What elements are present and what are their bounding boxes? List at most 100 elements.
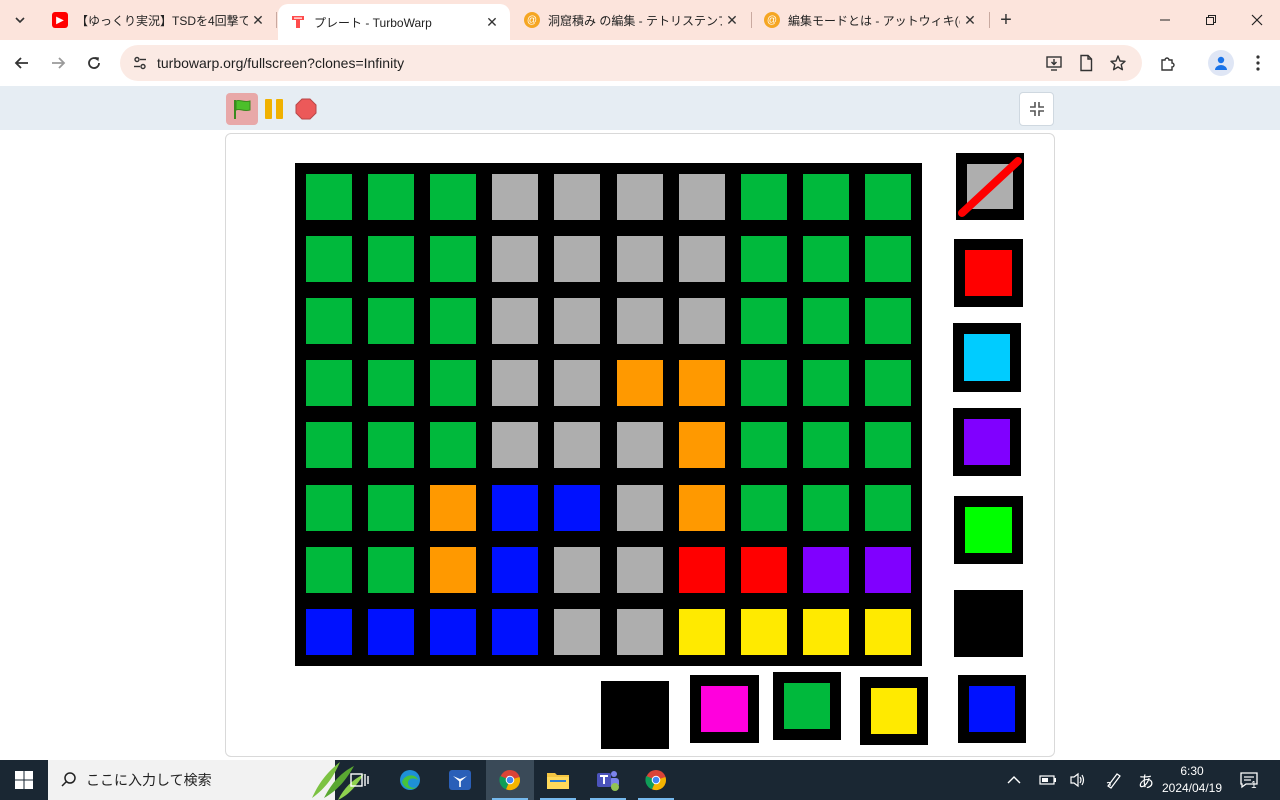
board-cell[interactable] <box>865 609 911 655</box>
board-cell[interactable] <box>741 174 787 220</box>
taskbar-app-blue[interactable] <box>436 760 484 800</box>
task-view-button[interactable] <box>336 760 384 800</box>
board-cell[interactable] <box>617 360 663 406</box>
board-cell[interactable] <box>430 422 476 468</box>
board-cell[interactable] <box>617 609 663 655</box>
board-cell[interactable] <box>430 298 476 344</box>
board-cell[interactable] <box>803 485 849 531</box>
board-cell[interactable] <box>679 609 725 655</box>
tab-atwiki-mode[interactable]: @ 編集モードとは - アットウィキ(@WIK ✕ <box>752 4 988 36</box>
notification-center-button[interactable]: 1 <box>1232 760 1266 800</box>
board-cell[interactable] <box>741 422 787 468</box>
side-color-swatch[interactable] <box>954 496 1023 564</box>
bottom-color-swatch[interactable] <box>860 677 928 745</box>
board-cell[interactable] <box>306 236 352 282</box>
site-info-icon[interactable] <box>128 51 152 75</box>
side-color-swatch[interactable] <box>954 590 1023 657</box>
side-color-swatch[interactable] <box>954 239 1023 307</box>
forward-button[interactable] <box>44 49 72 77</box>
tab-atwiki-edit[interactable]: @ 洞窟積み の編集 - テトリステンプレ ✕ <box>512 4 750 36</box>
reload-button[interactable] <box>80 49 108 77</box>
tab-search-button[interactable] <box>6 7 34 33</box>
board-cell[interactable] <box>368 422 414 468</box>
board-cell[interactable] <box>617 174 663 220</box>
board-cell[interactable] <box>306 298 352 344</box>
board-cell[interactable] <box>741 236 787 282</box>
board-cell[interactable] <box>803 609 849 655</box>
board-cell[interactable] <box>741 298 787 344</box>
board-cell[interactable] <box>368 174 414 220</box>
eraser-swatch[interactable] <box>956 153 1024 220</box>
board-cell[interactable] <box>492 422 538 468</box>
board-cell[interactable] <box>306 174 352 220</box>
board-cell[interactable] <box>430 174 476 220</box>
bottom-color-swatch[interactable] <box>601 681 669 749</box>
taskbar-explorer[interactable] <box>534 760 582 800</box>
board-cell[interactable] <box>679 485 725 531</box>
tab-close-icon[interactable]: ✕ <box>248 12 268 29</box>
menu-button[interactable] <box>1244 49 1272 77</box>
board-cell[interactable] <box>803 422 849 468</box>
tab-close-icon[interactable]: ✕ <box>722 12 742 29</box>
restore-button[interactable] <box>1188 0 1234 40</box>
board-cell[interactable] <box>554 609 600 655</box>
board-cell[interactable] <box>803 298 849 344</box>
tab-close-icon[interactable]: ✕ <box>482 14 502 31</box>
board-cell[interactable] <box>865 485 911 531</box>
board-cell[interactable] <box>554 485 600 531</box>
pen-status[interactable] <box>1102 760 1126 800</box>
exit-fullscreen-button[interactable] <box>1019 92 1054 126</box>
taskbar-chrome-active[interactable] <box>486 760 534 800</box>
pause-button[interactable] <box>262 96 286 122</box>
close-window-button[interactable] <box>1234 0 1280 40</box>
board-cell[interactable] <box>306 485 352 531</box>
side-color-swatch[interactable] <box>953 408 1021 476</box>
bookmark-star-icon[interactable] <box>1106 51 1130 75</box>
board-cell[interactable] <box>368 236 414 282</box>
volume-status[interactable] <box>1066 760 1090 800</box>
board-cell[interactable] <box>679 422 725 468</box>
board-cell[interactable] <box>492 609 538 655</box>
board-cell[interactable] <box>803 360 849 406</box>
board-cell[interactable] <box>368 360 414 406</box>
board-cell[interactable] <box>803 236 849 282</box>
board-cell[interactable] <box>492 547 538 593</box>
board-cell[interactable] <box>679 174 725 220</box>
board-cell[interactable] <box>492 174 538 220</box>
board-cell[interactable] <box>803 547 849 593</box>
tetris-board[interactable] <box>295 163 922 666</box>
board-cell[interactable] <box>430 360 476 406</box>
board-cell[interactable] <box>368 547 414 593</box>
board-cell[interactable] <box>741 485 787 531</box>
bottom-color-swatch[interactable] <box>690 675 759 743</box>
board-cell[interactable] <box>306 422 352 468</box>
board-cell[interactable] <box>679 298 725 344</box>
bottom-color-swatch[interactable] <box>958 675 1026 743</box>
board-cell[interactable] <box>865 298 911 344</box>
board-cell[interactable] <box>430 547 476 593</box>
board-cell[interactable] <box>865 360 911 406</box>
board-cell[interactable] <box>430 236 476 282</box>
board-cell[interactable] <box>554 236 600 282</box>
board-cell[interactable] <box>741 547 787 593</box>
tab-turbowarp[interactable]: プレート - TurboWarp ✕ <box>278 4 510 40</box>
new-tab-button[interactable]: + <box>994 9 1018 31</box>
board-cell[interactable] <box>368 298 414 344</box>
board-cell[interactable] <box>679 547 725 593</box>
green-flag-button[interactable] <box>226 93 258 125</box>
minimize-button[interactable] <box>1142 0 1188 40</box>
page-icon[interactable] <box>1074 51 1098 75</box>
board-cell[interactable] <box>492 298 538 344</box>
board-cell[interactable] <box>430 485 476 531</box>
board-cell[interactable] <box>741 360 787 406</box>
stop-button[interactable] <box>294 97 318 121</box>
extensions-button[interactable] <box>1154 49 1182 77</box>
board-cell[interactable] <box>430 609 476 655</box>
taskbar-search-box[interactable]: ここに入力して検索 <box>48 760 364 800</box>
profile-avatar[interactable] <box>1208 50 1234 76</box>
board-cell[interactable] <box>617 298 663 344</box>
board-cell[interactable] <box>306 547 352 593</box>
board-cell[interactable] <box>679 360 725 406</box>
board-cell[interactable] <box>306 609 352 655</box>
show-hidden-icons-button[interactable] <box>1002 760 1026 800</box>
